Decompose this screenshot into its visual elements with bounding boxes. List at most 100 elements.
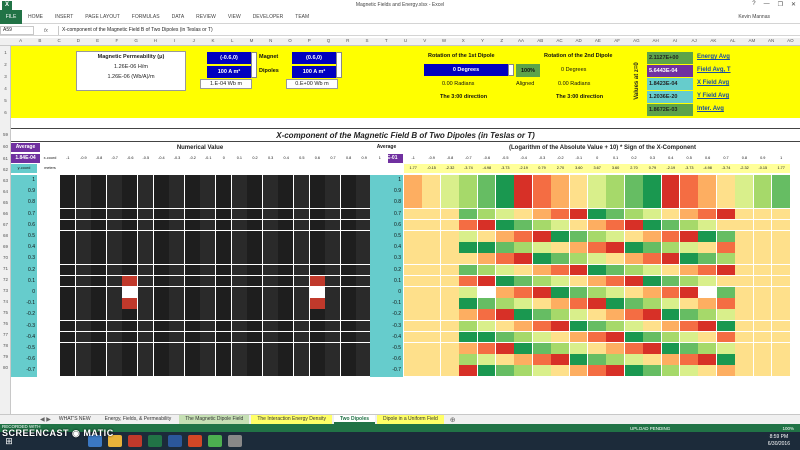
field-cell[interactable] bbox=[247, 219, 263, 231]
field-cell[interactable] bbox=[278, 264, 294, 276]
row-header[interactable]: 5 bbox=[0, 98, 11, 103]
log-cell[interactable] bbox=[404, 208, 422, 220]
log-cell[interactable] bbox=[532, 208, 551, 220]
log-cell[interactable] bbox=[588, 175, 606, 186]
log-cell[interactable] bbox=[772, 298, 790, 309]
field-cell[interactable] bbox=[122, 365, 138, 376]
field-cell[interactable] bbox=[153, 253, 169, 264]
log-cell[interactable] bbox=[440, 287, 459, 298]
field-cell[interactable] bbox=[60, 253, 75, 264]
field-cell[interactable] bbox=[122, 208, 138, 220]
log-cell[interactable] bbox=[698, 309, 717, 320]
log-cell[interactable] bbox=[606, 287, 625, 298]
log-cell[interactable] bbox=[643, 197, 661, 208]
y-coord-value[interactable]: 0.7 bbox=[11, 208, 37, 220]
log-cell[interactable] bbox=[588, 298, 606, 309]
field-cell[interactable] bbox=[262, 275, 278, 287]
taskbar-app-icon[interactable] bbox=[228, 435, 242, 447]
log-cell[interactable] bbox=[698, 264, 717, 276]
log-cell[interactable] bbox=[735, 354, 753, 365]
log-cell[interactable] bbox=[477, 231, 496, 242]
field-cell[interactable] bbox=[60, 242, 75, 253]
log-cell[interactable] bbox=[496, 231, 514, 242]
log-cell[interactable] bbox=[404, 175, 422, 186]
field-cell[interactable] bbox=[138, 320, 153, 332]
x-coord-value[interactable]: 0.4 bbox=[661, 154, 680, 163]
log-cell[interactable] bbox=[440, 331, 459, 343]
y-coord-value[interactable]: -0.2 bbox=[370, 309, 403, 321]
field-cell[interactable] bbox=[340, 197, 356, 208]
field-cell[interactable] bbox=[294, 175, 309, 186]
log-top-value[interactable]: 3.60 bbox=[569, 164, 588, 173]
log-cell[interactable] bbox=[551, 365, 569, 376]
log-cell[interactable] bbox=[606, 253, 625, 264]
tab-developer[interactable]: DEVELOPER bbox=[247, 14, 290, 20]
log-top-value[interactable]: -4.98 bbox=[477, 164, 496, 173]
log-cell[interactable] bbox=[496, 275, 514, 287]
dipole2-position[interactable]: (0.6,0) bbox=[292, 52, 336, 64]
field-cell[interactable] bbox=[294, 365, 309, 376]
log-cell[interactable] bbox=[404, 242, 422, 253]
field-cell[interactable] bbox=[231, 331, 247, 343]
log-cell[interactable] bbox=[440, 275, 459, 287]
field-cell[interactable] bbox=[75, 219, 91, 231]
log-cell[interactable] bbox=[477, 264, 496, 276]
field-cell[interactable] bbox=[262, 309, 278, 320]
field-cell[interactable] bbox=[309, 354, 325, 365]
log-cell[interactable] bbox=[772, 275, 790, 287]
field-cell[interactable] bbox=[138, 197, 153, 208]
field-cell[interactable] bbox=[60, 287, 75, 298]
log-top-value[interactable]: -0.15 bbox=[753, 164, 772, 173]
sheet-tab-dipole-field[interactable]: The Magnetic Dipole Field bbox=[179, 415, 250, 424]
log-top-value[interactable]: -3.73 bbox=[680, 164, 699, 173]
log-cell[interactable] bbox=[477, 242, 496, 253]
field-cell[interactable] bbox=[247, 320, 263, 332]
y-coord-value[interactable]: 0.5 bbox=[370, 231, 403, 243]
field-cell[interactable] bbox=[138, 253, 153, 264]
field-cell[interactable] bbox=[60, 264, 75, 276]
log-cell[interactable] bbox=[661, 298, 680, 309]
field-cell[interactable] bbox=[278, 365, 294, 376]
field-cell[interactable] bbox=[309, 331, 325, 343]
log-cell[interactable] bbox=[477, 175, 496, 186]
field-cell[interactable] bbox=[278, 197, 294, 208]
log-cell[interactable] bbox=[496, 298, 514, 309]
prev-sheet-icon[interactable]: ◀ ▶ bbox=[40, 416, 51, 423]
log-cell[interactable] bbox=[477, 253, 496, 264]
y-coord-value[interactable]: -0.3 bbox=[370, 320, 403, 332]
x-coord-value[interactable]: 0.5 bbox=[680, 154, 699, 163]
log-cell[interactable] bbox=[680, 331, 698, 343]
log-cell[interactable] bbox=[440, 320, 459, 332]
inter-avg-link[interactable]: Inter. Avg bbox=[697, 106, 724, 112]
y-coord-value[interactable]: 0.9 bbox=[11, 186, 37, 198]
log-cell[interactable] bbox=[477, 309, 496, 320]
field-cell[interactable] bbox=[216, 186, 231, 197]
field-avg-link[interactable]: Field Avg, T bbox=[697, 67, 731, 73]
log-cell[interactable] bbox=[698, 253, 717, 264]
column-header[interactable]: Z bbox=[492, 38, 511, 43]
log-cell[interactable] bbox=[753, 331, 772, 343]
log-cell[interactable] bbox=[532, 219, 551, 231]
field-cell[interactable] bbox=[309, 208, 325, 220]
log-cell[interactable] bbox=[753, 242, 772, 253]
log-cell[interactable] bbox=[735, 231, 753, 242]
field-cell[interactable] bbox=[106, 365, 122, 376]
log-cell[interactable] bbox=[551, 186, 569, 197]
field-cell[interactable] bbox=[91, 231, 107, 242]
row-header[interactable]: 70 bbox=[0, 255, 11, 260]
column-header[interactable]: AE bbox=[588, 38, 607, 43]
field-cell[interactable] bbox=[325, 365, 341, 376]
x-coord-value[interactable]: 0.9 bbox=[356, 154, 372, 163]
log-cell[interactable] bbox=[735, 253, 753, 264]
log-cell[interactable] bbox=[588, 264, 606, 276]
field-cell[interactable] bbox=[231, 253, 247, 264]
field-cell[interactable] bbox=[200, 197, 216, 208]
field-cell[interactable] bbox=[216, 365, 231, 376]
field-cell[interactable] bbox=[340, 231, 356, 242]
y-coord-value[interactable]: 0.3 bbox=[11, 253, 37, 265]
field-cell[interactable] bbox=[200, 253, 216, 264]
field-cell[interactable] bbox=[138, 219, 153, 231]
log-cell[interactable] bbox=[422, 275, 441, 287]
x-coord-value[interactable]: -0.6 bbox=[122, 154, 138, 163]
field-cell[interactable] bbox=[153, 208, 169, 220]
